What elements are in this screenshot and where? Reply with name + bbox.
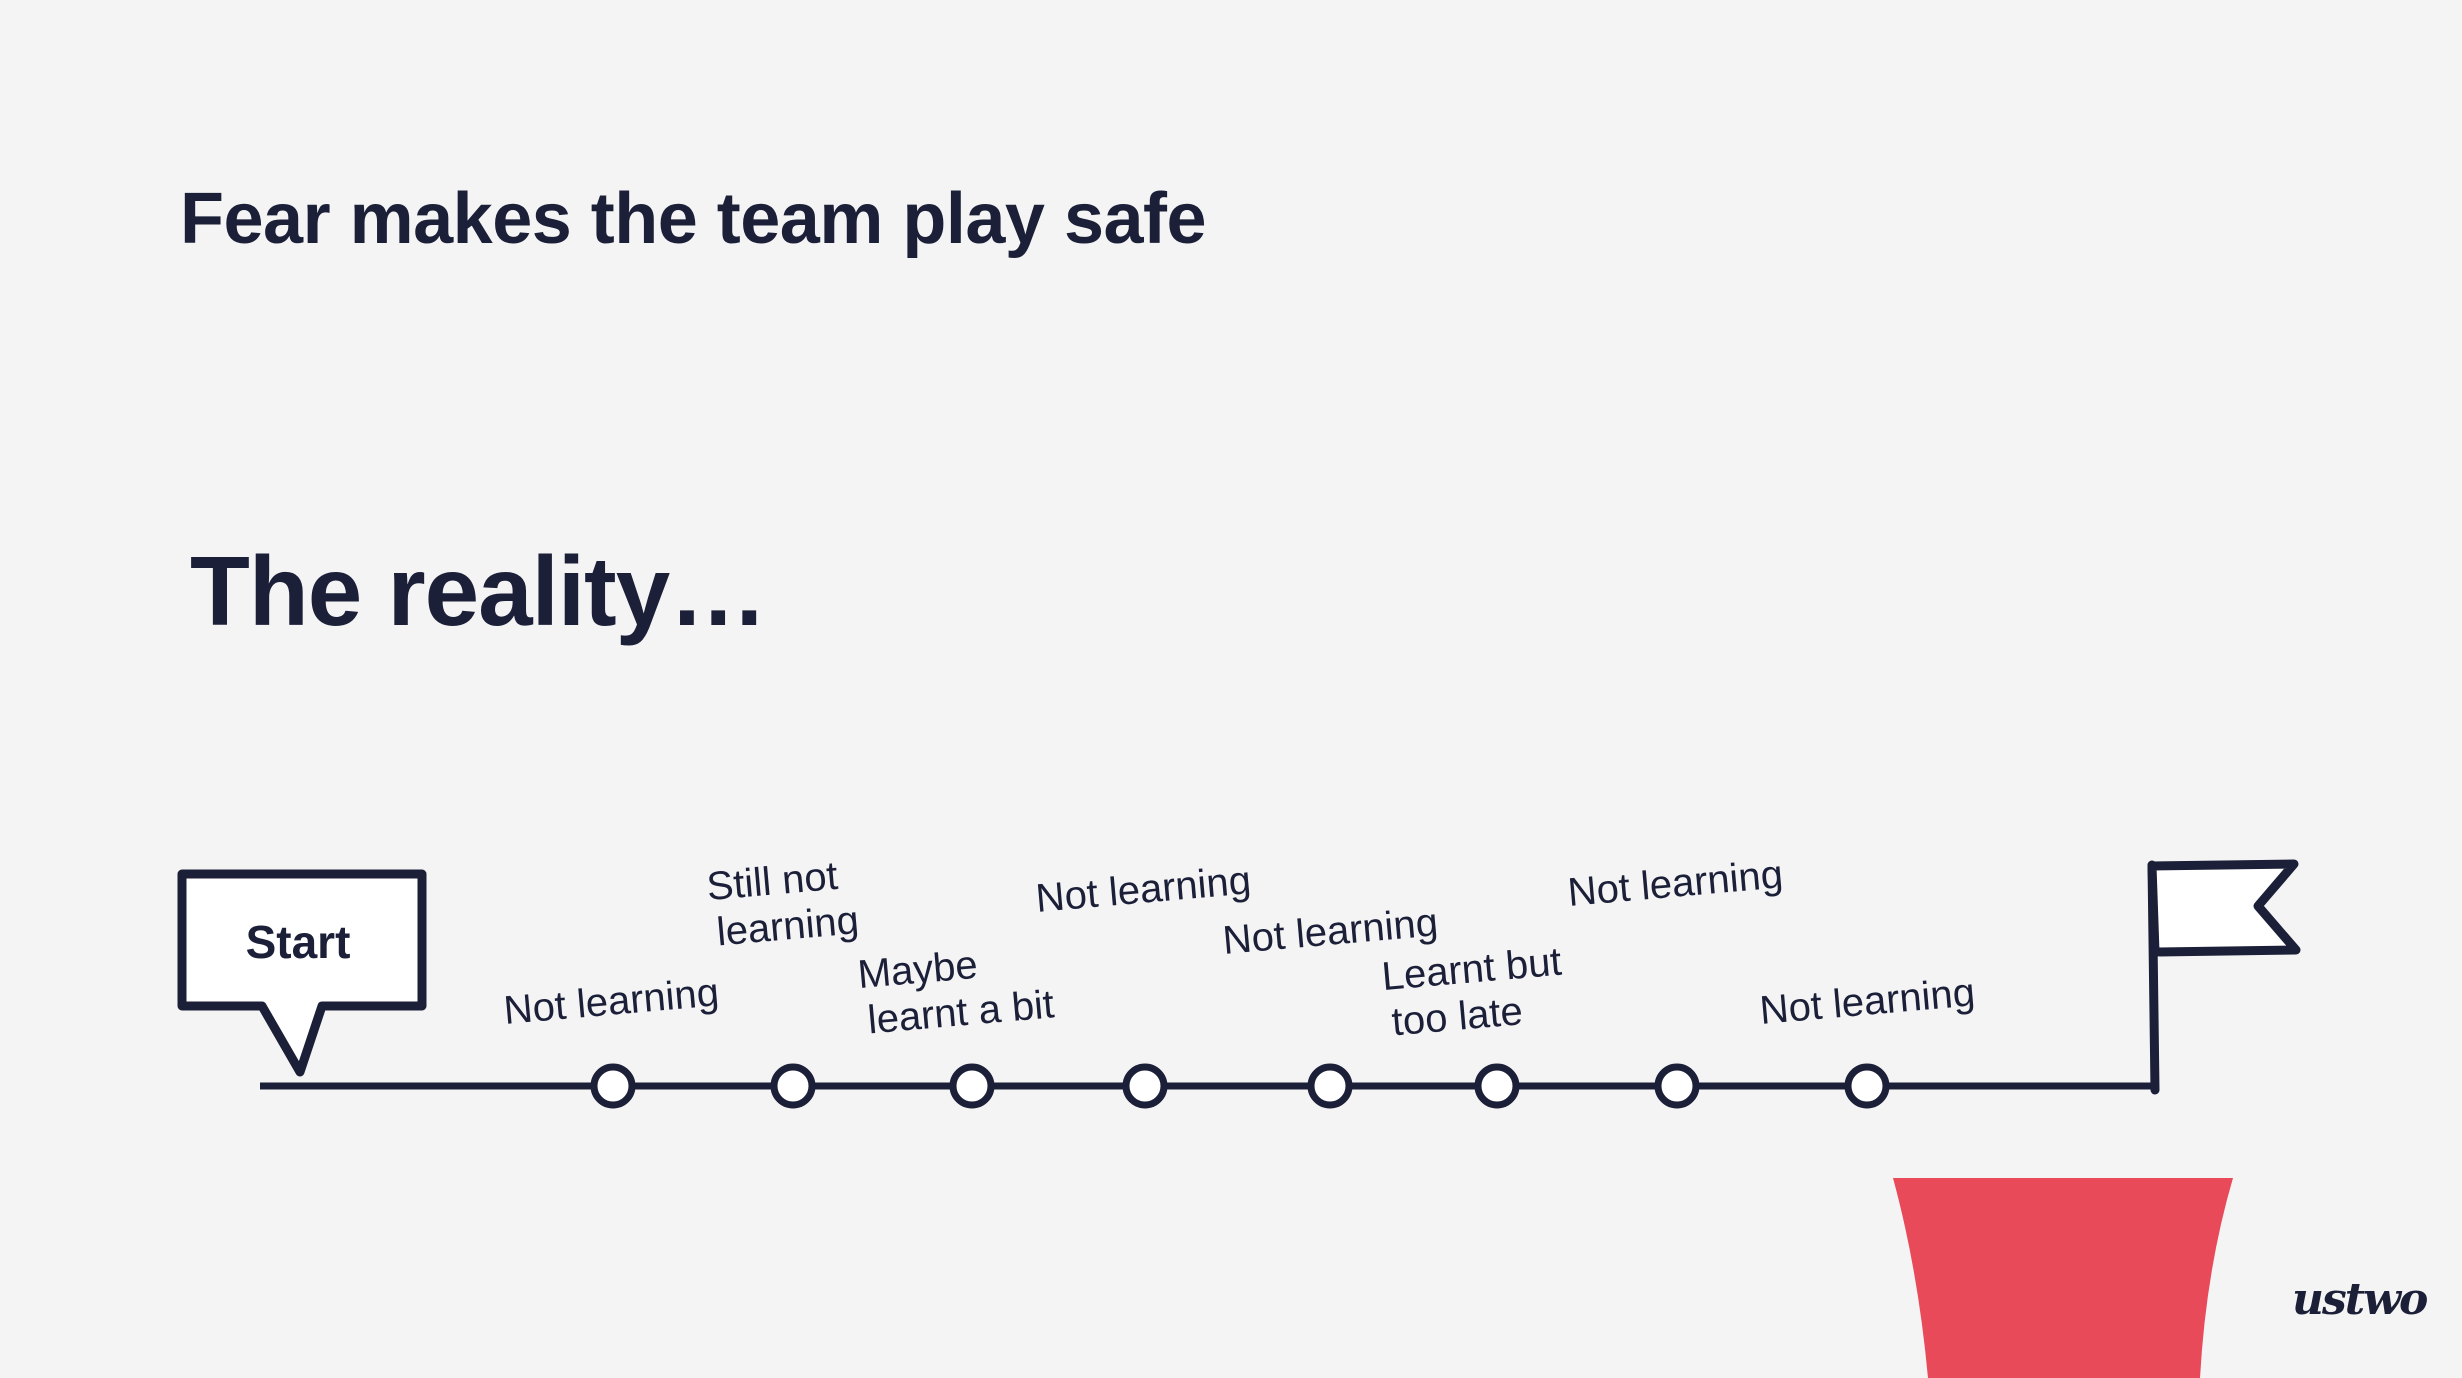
brand-logo: ustwo — [2292, 1274, 2428, 1325]
decorative-red-shape — [1893, 1178, 2233, 1378]
